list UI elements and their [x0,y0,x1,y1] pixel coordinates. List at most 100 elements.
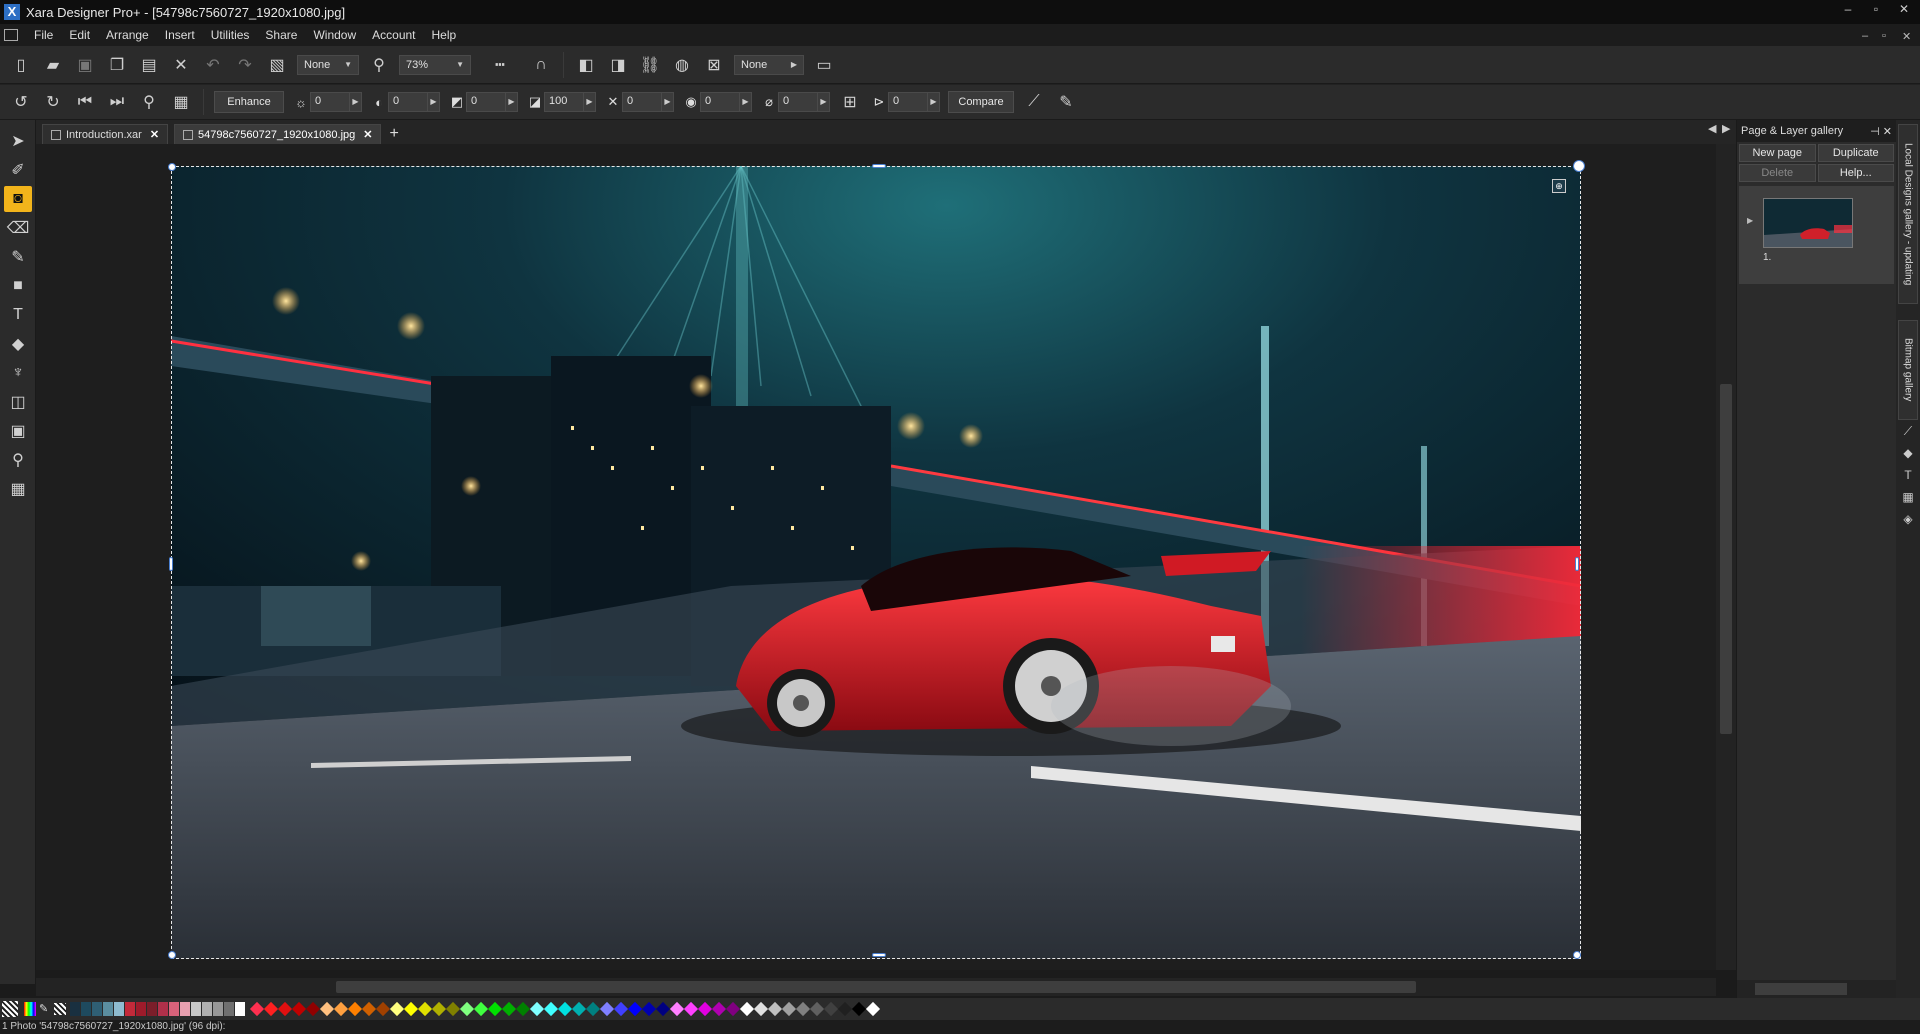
colour-swatch[interactable] [739,1001,755,1017]
pin-close-icon[interactable]: ⊣ ✕ [1870,125,1892,138]
page-thumbnail[interactable] [1763,198,1853,248]
vertical-scrollbar[interactable] [1716,144,1736,970]
colour-swatch[interactable] [347,1001,363,1017]
doc-close-button[interactable]: ✕ [1902,30,1911,43]
colour-swatch[interactable] [158,1002,168,1016]
close-button[interactable]: ✕ [1892,2,1916,16]
new-tab-icon[interactable]: + [389,124,398,144]
compare-button[interactable]: Compare [948,91,1014,113]
new-page-button[interactable]: New page [1739,144,1816,162]
chevron-right-icon[interactable]: ▶ [428,92,440,112]
clipart-gallery-icon[interactable]: ▦ [1900,490,1916,506]
colour-swatch[interactable] [669,1001,685,1017]
colour-swatch[interactable] [191,1002,201,1016]
export-icon[interactable]: ◨ [605,52,631,78]
magic-wand-icon[interactable]: ✎ [1053,89,1079,115]
colour-swatch[interactable] [319,1001,335,1017]
doc-minimize-button[interactable]: – [1862,30,1868,42]
colour-swatch[interactable] [333,1001,349,1017]
resize-handle[interactable] [168,951,176,959]
pen-tool-icon[interactable]: ✎ [4,244,32,270]
next-photo-icon[interactable]: ⏭ [104,89,130,115]
rotate-left-icon[interactable]: ↺ [8,89,34,115]
name-gallery-icon[interactable]: ◈ [1900,512,1916,528]
colour-swatch[interactable] [81,1002,91,1016]
colour-swatch[interactable] [375,1001,391,1017]
chevron-right-icon[interactable]: ▶ [584,92,596,112]
colour-swatch[interactable] [277,1001,293,1017]
colour-swatch[interactable] [627,1001,643,1017]
colour-swatch[interactable] [851,1001,867,1017]
delete-button[interactable]: Delete [1739,164,1816,182]
gallery-scrollbar[interactable] [1737,980,1897,998]
photo-tools-icon[interactable]: ▦ [168,89,194,115]
minimize-button[interactable]: – [1836,2,1860,16]
quality-dropdown[interactable]: None ▼ [297,54,359,75]
colour-swatch[interactable] [613,1001,629,1017]
transform-icon[interactable]: ▧ [264,52,290,78]
import-icon[interactable]: ◧ [573,52,599,78]
tab-local-designs-gallery[interactable]: Local Designs gallery - updating [1898,124,1918,304]
chevron-right-icon[interactable]: ▶ [506,92,518,112]
resize-handle[interactable] [1573,951,1581,959]
rectangle-tool-icon[interactable]: ■ [4,273,32,299]
contour-tool-icon[interactable]: ✐ [4,157,32,183]
contrast-field[interactable]: 0 [388,92,428,112]
colour-swatch[interactable] [147,1002,157,1016]
chevron-right-icon[interactable]: ▶ [818,92,830,112]
selector-tool-icon[interactable]: ➤ [4,128,32,154]
colour-swatch[interactable] [169,1002,179,1016]
close-icon[interactable]: ✕ [150,128,159,141]
clear-effects-icon[interactable]: ⊠ [701,52,727,78]
resize-handle[interactable] [169,557,173,571]
duplicate-button[interactable]: Duplicate [1817,144,1894,162]
eyedropper-icon[interactable]: ✎ [39,1002,51,1016]
colour-swatch[interactable] [213,1002,223,1016]
photo-zoom-icon[interactable]: ⚲ [136,89,162,115]
resize-handle[interactable] [872,953,886,957]
colour-swatch[interactable] [543,1001,559,1017]
colour-swatch[interactable] [431,1001,447,1017]
menu-share[interactable]: Share [257,28,305,42]
blur-field[interactable]: 0 [700,92,740,112]
brightness-field[interactable]: 0 [310,92,350,112]
colour-swatch[interactable] [837,1001,853,1017]
photo-zoom-icon[interactable]: ⊕ [1552,179,1566,193]
colour-swatch[interactable] [655,1001,671,1017]
colour-swatch[interactable] [683,1001,699,1017]
colour-swatch[interactable] [711,1001,727,1017]
zoom-tool-icon[interactable]: ⚲ [4,447,32,473]
tab-introduction[interactable]: Introduction.xar ✕ [42,124,169,144]
undo-icon[interactable]: ↶ [200,52,226,78]
colour-swatch[interactable] [136,1002,146,1016]
zoom-dropdown[interactable]: 73% ▼ [399,54,471,75]
resize-handle[interactable] [1575,557,1579,571]
colour-swatch[interactable] [557,1001,573,1017]
colour-swatch[interactable] [515,1001,531,1017]
expand-arrow-icon[interactable]: ▶ [1747,216,1753,225]
help-button[interactable]: Help... [1817,164,1894,182]
chevron-right-icon[interactable]: ▶ [662,92,674,112]
colour-swatch[interactable] [753,1001,769,1017]
colour-swatch[interactable] [305,1001,321,1017]
new-document-icon[interactable]: ▯ [8,52,34,78]
close-icon[interactable]: ✕ [363,128,372,141]
colour-swatch[interactable] [92,1002,102,1016]
transparent-swatch[interactable] [54,1003,66,1015]
chevron-right-icon[interactable]: ▶ [740,92,752,112]
redo-icon[interactable]: ↷ [232,52,258,78]
colour-swatch[interactable] [361,1001,377,1017]
colour-swatch[interactable] [125,1002,135,1016]
rotate-right-icon[interactable]: ↻ [40,89,66,115]
chevron-right-icon[interactable]: ▶ [928,92,940,112]
copy-icon[interactable]: ❐ [104,52,130,78]
colour-swatch[interactable] [473,1001,489,1017]
horizontal-scrollbar[interactable] [36,978,1716,996]
save-icon[interactable]: ▣ [72,52,98,78]
table-tool-icon[interactable]: ▦ [4,476,32,502]
chevron-right-icon[interactable]: ▶ [350,92,362,112]
colour-swatch[interactable] [823,1001,839,1017]
colour-swatch[interactable] [501,1001,517,1017]
paste-icon[interactable]: ▤ [136,52,162,78]
menu-window[interactable]: Window [305,28,364,42]
